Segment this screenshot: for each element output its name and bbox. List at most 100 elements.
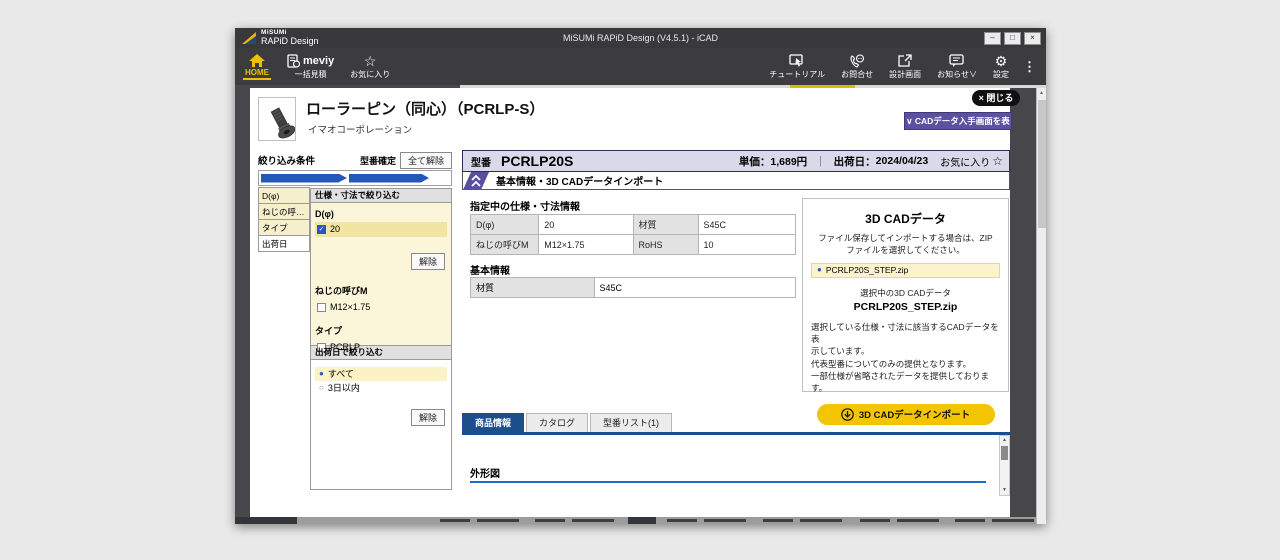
ship-all-label: すべて (328, 369, 354, 380)
price-label: 単価： (739, 154, 771, 169)
product-title: ローラーピン（同心）（PCRLP-S） (306, 98, 544, 119)
nav-meviy[interactable]: meviy 一括見積 (279, 48, 342, 85)
section-title: 基本情報・3D CADデータインポート (496, 173, 663, 188)
ship-3days-label: 3日以内 (328, 383, 360, 394)
filter-d-option[interactable]: ✓ 20 (315, 222, 447, 237)
show-cad-screen-button[interactable]: ∨ CADデータ入手画面を表示 (904, 112, 1012, 130)
scroll-down-icon[interactable]: ▼ (1000, 486, 1009, 495)
side-item-d[interactable]: D(φ) (258, 187, 310, 204)
logo-rapid-design: RAPiD Design (261, 37, 319, 46)
cad-note-line4: 一部仕様が省略されたデータを提供しております。 (811, 370, 1000, 395)
checkbox-checked-icon[interactable]: ✓ (317, 225, 326, 234)
outline-divider (470, 481, 986, 483)
window-scrollbar[interactable]: ▲ (1036, 88, 1046, 524)
radio-selected-icon[interactable]: ● (817, 266, 822, 274)
contact-phone-icon (849, 54, 865, 68)
scrollbar-thumb[interactable] (1038, 100, 1046, 228)
app-logo: MiSUMi RAPiD Design (235, 30, 319, 47)
radio-unselected-icon[interactable]: ○ (319, 384, 324, 392)
gear-icon: ⚙ (995, 54, 1008, 68)
filter-neji-label: ねじの呼びM (315, 284, 447, 297)
scroll-up-icon[interactable]: ▲ (1000, 436, 1009, 445)
ship-option-all[interactable]: ● すべて (315, 367, 447, 381)
side-item-neji[interactable]: ねじの呼… (258, 203, 310, 220)
progress-step-1 (261, 174, 347, 183)
background-table-row (440, 519, 470, 522)
scrollbar-thumb[interactable] (1001, 446, 1008, 460)
favorite-star-icon[interactable]: ☆ (992, 154, 1003, 168)
title-bar: MiSUMi RAPiD Design MiSUMi RAPiD Design … (235, 28, 1046, 48)
table-row: 材質 S45C (471, 278, 796, 298)
ship-option-3days[interactable]: ○ 3日以内 (315, 381, 447, 395)
ship-filter-body: ● すべて ○ 3日以内 解除 (310, 360, 452, 490)
progress-step-2 (349, 174, 429, 183)
scroll-up-icon[interactable]: ▲ (1037, 88, 1046, 98)
background-table-row (704, 519, 746, 522)
spec-cell-label: 材質 (633, 215, 698, 235)
basic-cell-label: 材質 (471, 278, 595, 298)
section-header: 基本情報・3D CADデータインポート (462, 172, 1010, 190)
filter-panel: 絞り込み条件 型番確定 全て解除 D(φ) ねじの呼… タイプ 出荷日 (258, 150, 452, 490)
background-table-row (667, 519, 697, 522)
background-table-row (860, 519, 890, 522)
cad-import-label: 3D CADデータインポート (859, 407, 970, 421)
roller-pin-image (259, 98, 295, 140)
spec-info-title: 指定中の仕様・寸法情報 (470, 198, 580, 213)
cad-desc-line1: ファイル保存してインポートする場合は、ZIP (811, 233, 1000, 245)
nav-notice[interactable]: お知らせ∨ (929, 48, 985, 85)
filter-neji-option[interactable]: M12×1.75 (315, 300, 447, 315)
meviy-quote-icon (287, 54, 300, 68)
maximize-button[interactable]: □ (1004, 32, 1021, 45)
nav-tutorial-label: チュートリアル (769, 69, 825, 80)
tab-kataban-list[interactable]: 型番リスト(1) (590, 413, 672, 432)
home-icon (249, 54, 265, 67)
kataban-header: 型番 PCRLP20S 単価： 1,689円 ｜ 出荷日： 2024/04/23… (462, 150, 1010, 172)
nav-design-screen[interactable]: 設計画面 (881, 48, 929, 85)
nav-home-label: HOME (243, 68, 271, 80)
background-table-row (897, 519, 939, 522)
clear-all-button[interactable]: 全て解除 (400, 152, 452, 169)
tab-content-scrollbar[interactable]: ▲ ▼ (999, 435, 1010, 496)
close-window-button[interactable]: × (1024, 32, 1041, 45)
star-icon: ☆ (364, 54, 377, 68)
tutorial-icon (789, 54, 805, 68)
side-item-shipdate[interactable]: 出荷日 (258, 235, 310, 252)
cad-file-option[interactable]: ● PCRLP20S_STEP.zip (811, 263, 1000, 278)
design-screen-icon (898, 54, 913, 68)
main-nav: HOME meviy 一括見積 ☆ お気に入り (235, 48, 1046, 85)
misumi-logo-icon (241, 31, 257, 45)
nav-favorites[interactable]: ☆ お気に入り (342, 48, 398, 85)
close-dialog-button[interactable]: × 閉じる (972, 90, 1020, 106)
table-row: ねじの呼びM M12×1.75 RoHS 10 (471, 235, 796, 255)
cad-selected-file: PCRLP20S_STEP.zip (811, 301, 1000, 313)
kataban-confirmed-label: 型番確定 (360, 154, 396, 167)
tab-catalog[interactable]: カタログ (526, 413, 588, 432)
minimize-button[interactable]: – (984, 32, 1001, 45)
checkbox-unchecked-icon[interactable] (317, 303, 326, 312)
cad-selected-label: 選択中の3D CADデータ (811, 287, 1000, 299)
table-row: D(φ) 20 材質 S45C (471, 215, 796, 235)
clear-spec-button[interactable]: 解除 (411, 253, 445, 270)
nav-notice-label: お知らせ∨ (937, 69, 977, 80)
spec-cell-label: D(φ) (471, 215, 539, 235)
collapse-chevrons-icon[interactable] (463, 172, 489, 190)
window-controls: – □ × (984, 32, 1046, 45)
ship-date-value: 2024/04/23 (876, 155, 929, 167)
nav-home[interactable]: HOME (235, 48, 279, 85)
radio-selected-icon[interactable]: ● (319, 370, 324, 378)
kataban-label: 型番 (471, 154, 491, 169)
side-item-type[interactable]: タイプ (258, 219, 310, 236)
nav-contact[interactable]: お問合せ (833, 48, 881, 85)
nav-settings[interactable]: ⚙ 設定 (985, 48, 1017, 85)
product-thumbnail (258, 97, 296, 141)
favorite-label[interactable]: お気に入り (940, 154, 990, 169)
nav-tutorial[interactable]: チュートリアル (761, 48, 833, 85)
clear-ship-button[interactable]: 解除 (411, 409, 445, 426)
product-dialog: ローラーピン（同心）（PCRLP-S） イマオコーポレーション 絞り込み条件 型… (250, 88, 1010, 517)
tab-product-info[interactable]: 商品情報 (462, 413, 524, 432)
cad-import-button[interactable]: 3D CADデータインポート (817, 404, 995, 425)
overflow-menu-icon[interactable]: ⋮ (1017, 59, 1042, 75)
cad-note-line1: 選択している仕様・寸法に該当するCADデータを表 (811, 321, 1000, 346)
filter-progress (258, 170, 452, 186)
nav-favorites-label: お気に入り (350, 69, 390, 80)
